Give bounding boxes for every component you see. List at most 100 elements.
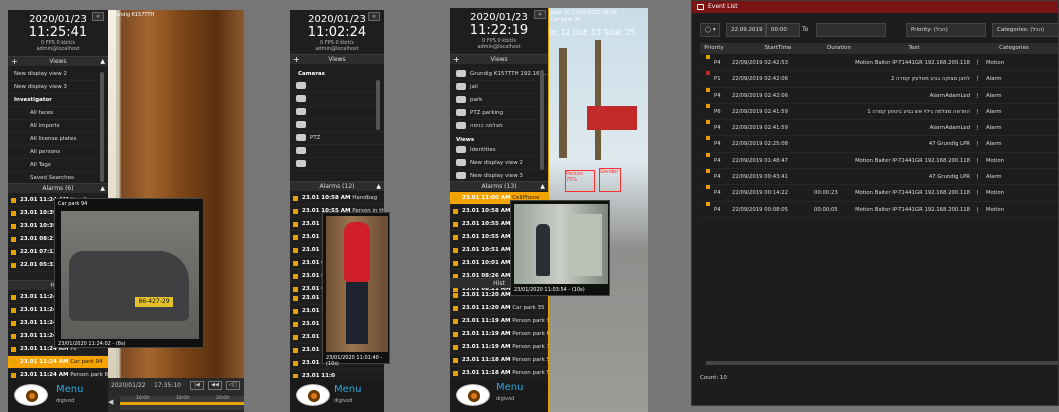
list-item[interactable] (290, 119, 384, 132)
list-item[interactable]: 23.01 11:19 AM Person park 62 (450, 328, 548, 341)
list-item[interactable] (290, 93, 384, 106)
views-header[interactable]: + Views (290, 54, 384, 64)
table-row[interactable]: P6 22/09/2019 02:41:59 התראה מצלמה גילוי א… (700, 103, 1058, 121)
collapse-up-icon[interactable]: ▲ (376, 182, 381, 192)
table-row[interactable]: P4 22/09/2019 01:48:47 Motion Balter IP-T1… (700, 152, 1058, 170)
alarm-popup[interactable]: 23/01/2020 11:03:54 - (10s) (510, 200, 610, 296)
views-list: Identities New display view 2 New display … (450, 144, 548, 183)
alert-icon: ! (976, 75, 979, 84)
table-row[interactable]: P4 22/09/2019 02:42:06 AlarmAdamLed! Alarm (700, 87, 1058, 104)
priority-marker (706, 201, 710, 206)
list-item[interactable]: Identities (450, 144, 548, 157)
collapse-up-icon[interactable]: ▲ (100, 57, 105, 67)
list-item[interactable]: PTZ parking (450, 107, 548, 120)
table-row[interactable]: P4 22/09/2019 02:25:08 47 Grundig LPR! Alar… (700, 136, 1058, 153)
views-header[interactable]: + Views (450, 54, 548, 64)
collapse-up-icon[interactable]: ▲ (540, 182, 545, 192)
list-item[interactable] (290, 145, 384, 158)
from-date-field[interactable]: 22.09.2019 (726, 23, 766, 37)
table-row[interactable]: P4 22/09/2019 00:43:41 47 Grundig LPR! Alar… (700, 169, 1058, 186)
investigator-group[interactable]: Investigator (8, 94, 108, 107)
list-item[interactable] (290, 158, 384, 171)
menu-button[interactable]: Menu (334, 384, 361, 395)
list-item[interactable] (290, 106, 384, 119)
menu-area[interactable]: Menu digivod (450, 378, 548, 412)
add-icon[interactable]: + (11, 57, 18, 67)
list-item[interactable]: 23.01 11:19 AM Person park 36 (450, 341, 548, 354)
list-item[interactable]: All persons (8, 146, 108, 159)
views-header[interactable]: + Views ▲ (8, 56, 108, 66)
collapse-button[interactable]: « (92, 12, 104, 21)
list-item[interactable] (290, 80, 384, 93)
from-time-field[interactable]: 00:00 (766, 23, 800, 37)
category-filter[interactable]: Categories: (הכל) (992, 23, 1058, 37)
collapse-up-icon[interactable]: ▲ (100, 184, 105, 194)
alarm-popup[interactable]: 23/01/2020 11:01:40 - (10s) (322, 212, 390, 367)
list-item[interactable]: New display view 3 (8, 81, 108, 94)
list-item[interactable]: 23.01 10:58 AM Handbag (290, 192, 384, 205)
menu-button[interactable]: Menu (496, 382, 523, 393)
table-row[interactable]: P4 22/09/2019 02:41:59 AlarmAdamLed! Alarm (700, 120, 1058, 137)
list-item[interactable]: 23.01 11:24 AM Car park 94 (8, 356, 108, 369)
table-row[interactable]: P4 22/09/2019 00:14:22 00:00:23 Motion Balt… (700, 185, 1058, 202)
window-titlebar[interactable]: Event List (692, 1, 1058, 13)
text-cell: 47 Grundig LPR (928, 141, 970, 148)
horizontal-scrollbar[interactable] (706, 361, 1058, 365)
list-item[interactable]: All Tags (8, 159, 108, 172)
views-scrollbar[interactable] (100, 72, 104, 182)
column-starttime[interactable]: StartTime (732, 43, 824, 54)
list-item[interactable]: New display view 2 (450, 157, 548, 170)
rewind-button[interactable]: ◀◀ (208, 381, 222, 390)
timeline-left-arrow[interactable]: ◀ (108, 398, 113, 406)
alarms-header[interactable]: Alarms (13) ▲ (450, 181, 548, 191)
list-item[interactable]: All faces (8, 107, 108, 120)
camera-icon (296, 160, 306, 167)
alarms-header[interactable]: Alarms (12) ▲ (290, 181, 384, 191)
to-date-field[interactable] (816, 23, 886, 37)
column-duration[interactable]: Duration (824, 43, 854, 54)
add-icon[interactable]: + (453, 55, 460, 65)
alarms-header[interactable]: Alarms (6) ▲ (8, 183, 108, 193)
priority-filter[interactable]: Priority: (הכל) (906, 23, 986, 37)
views-scrollbar[interactable] (376, 80, 380, 130)
list-item[interactable]: jail (450, 81, 548, 94)
list-item[interactable]: 23.01 11:20 AM Car park 35 (450, 302, 548, 315)
category-cell: Alarm (986, 92, 1002, 99)
alert-icon: ! (976, 107, 979, 116)
priority-marker (706, 103, 710, 108)
collapse-button[interactable]: « (368, 12, 380, 21)
views-scrollbar[interactable] (540, 70, 544, 170)
column-priority[interactable]: Priority (700, 43, 728, 54)
digivod-eye-logo[interactable] (296, 384, 330, 406)
refresh-dropdown[interactable]: ◯ ▾ (700, 23, 720, 37)
list-item[interactable]: PTZ (290, 132, 384, 145)
list-item[interactable]: מצלמה כניסה (450, 120, 548, 133)
column-categories[interactable]: Categories (972, 43, 1056, 54)
list-item[interactable]: 23.01 11:19 AM Person park 92 (450, 315, 548, 328)
menu-area[interactable]: Menu digivod (290, 378, 384, 412)
clock-time: 11:22:19 (469, 23, 529, 38)
digivod-eye-logo[interactable] (456, 384, 490, 406)
list-item[interactable]: Grundig K157TTH 192.168... (450, 68, 548, 81)
menu-area[interactable]: Menu digivod (8, 378, 108, 412)
list-item[interactable]: All imports (8, 120, 108, 133)
alarm-popup[interactable]: Car park 94 86-427-29 23/01/2020 11:24:0… (54, 198, 204, 348)
list-item[interactable]: 23.01 11:18 AM Person park 52 (450, 354, 548, 367)
collapse-button[interactable]: « (534, 10, 546, 19)
table-row[interactable]: P4 22/09/2019 00:08:05 00:00:05 Motion Balt… (700, 201, 1058, 218)
timeline-bar[interactable]: 2020/01/22 17:35:10 |◀ ◀◀ ◁□ ◀ 16:00 18:… (108, 378, 244, 412)
column-text[interactable]: Text (856, 43, 972, 54)
item-label: All license plates (30, 136, 77, 142)
pip-button[interactable]: ◁□ (226, 381, 240, 390)
timeline-track[interactable]: 16:00 18:00 20:00 (120, 396, 244, 410)
list-item[interactable]: New display view 2 (8, 68, 108, 81)
list-item[interactable]: park (450, 94, 548, 107)
menu-user: digivod (334, 398, 353, 404)
table-row[interactable]: P1 22/09/2019 02:42:06 לחצן מצוקה בגיע מאל… (700, 71, 1058, 88)
menu-button[interactable]: Menu (56, 384, 83, 395)
table-row[interactable]: P4 22/09/2019 02:42:53 Motion Balter IP-T1… (700, 55, 1058, 72)
step-back-button[interactable]: |◀ (190, 381, 204, 390)
list-item[interactable]: All license plates (8, 133, 108, 146)
digivod-eye-logo[interactable] (14, 384, 48, 406)
add-icon[interactable]: + (293, 55, 300, 65)
